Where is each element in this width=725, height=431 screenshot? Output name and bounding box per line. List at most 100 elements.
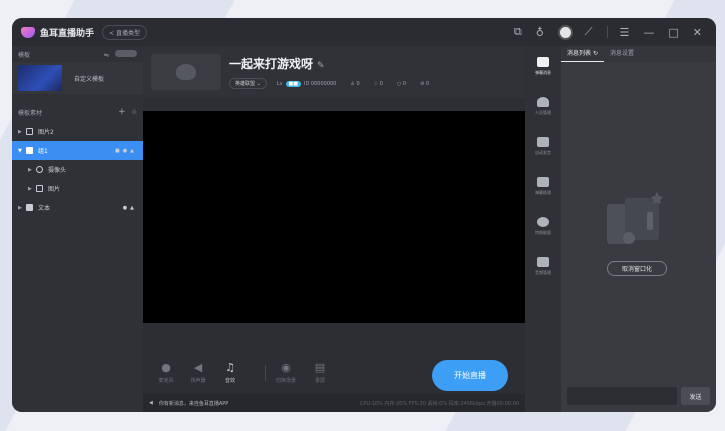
back-button[interactable]: < 直播类型 [102, 24, 147, 40]
row-actions: ■●▲ [115, 148, 137, 154]
folder-icon [26, 147, 33, 154]
record-button[interactable]: ▤ 录屏 [307, 361, 333, 384]
record-label: 录屏 [314, 378, 325, 384]
avatar[interactable] [557, 24, 573, 40]
edit-icon[interactable]: ✎ [317, 61, 325, 71]
tree-item[interactable]: ▶ 文本 ●▲ [12, 198, 143, 217]
send-button[interactable]: 发送 [681, 387, 710, 405]
tab-message-list[interactable]: 消息列表 ↻ [561, 46, 604, 62]
category-label: 英雄联盟 [235, 81, 256, 87]
chat-tabs: 消息列表 ↻ 消息设置 [561, 46, 716, 62]
followers-stat: ♙ 0 [350, 81, 359, 87]
close-icon[interactable]: ✕ [693, 26, 702, 39]
rail-item-audio[interactable]: 音频管理 [525, 246, 561, 286]
stat-value: 0 [425, 80, 430, 87]
room-cover[interactable] [151, 54, 221, 90]
collapse-icon[interactable]: ▼ [18, 148, 26, 154]
room-id: ID 00000000 [304, 80, 337, 87]
lock-icon[interactable]: ▲ [130, 148, 137, 154]
app-logo-icon [21, 26, 35, 38]
record-icon: ▤ [314, 361, 326, 374]
room-title: 一起来打游戏呀 [229, 57, 314, 71]
add-icon[interactable]: + [118, 107, 126, 117]
expand-icon[interactable]: ▶ [28, 167, 36, 173]
rail-item-assistant[interactable]: 弹幕助理 [525, 166, 561, 206]
speaker-icon: ◀ [149, 400, 153, 406]
stat-value: 0 [402, 80, 407, 87]
clean-icon[interactable]: ♲ [132, 109, 137, 116]
assistant-icon [537, 176, 549, 187]
expand-icon[interactable]: ▶ [18, 205, 26, 211]
delete-icon[interactable]: ■ [115, 148, 123, 154]
main-panel: 一起来打游戏呀 ✎ 英雄联盟 ⌄ Lv ■■ ID 00000000 ♙ 0 ♤ … [143, 46, 525, 412]
room-info: 一起来打游戏呀 ✎ 英雄联盟 ⌄ Lv ■■ ID 00000000 ♙ 0 ♤ … [229, 55, 429, 89]
circle-icon: ○ [396, 80, 402, 87]
performance-stats: CPU:10% 内存:20% FPS:30 丢帧:0% 码率:2456kbps … [359, 400, 519, 407]
template-section-title: 模板 [18, 51, 31, 59]
room-meta: 英雄联盟 ⌄ Lv ■■ ID 00000000 ♙ 0 ♤ 0 ○ 0 ⊘ 0 [229, 78, 429, 89]
lock-icon[interactable]: ▲ [130, 205, 137, 211]
person-icon: ♙ [350, 80, 355, 87]
chat-icon [537, 56, 549, 67]
expand-icon[interactable]: ▶ [18, 129, 26, 135]
screen-share-icon[interactable]: ⧉ [514, 25, 522, 39]
mic-button[interactable]: ● 麦克风 [153, 361, 179, 384]
chat-input[interactable] [567, 387, 677, 405]
swap-icon[interactable]: ⇋ [104, 52, 109, 59]
refresh-icon[interactable]: ↻ [593, 50, 598, 57]
level-badge: ■■ [285, 80, 301, 87]
rail-item-danmaku[interactable]: 弹幕消息 [525, 46, 561, 86]
illustration-bar [647, 212, 653, 230]
rail-item-auto-speak[interactable]: 自动发言 [525, 126, 561, 166]
placeholder-image-icon [176, 64, 196, 80]
template-thumbnail [18, 65, 62, 91]
start-live-button[interactable]: 开始直播 [432, 360, 508, 391]
share-stat: ⊘ 0 [420, 81, 429, 87]
popout-illustration [607, 192, 663, 244]
maximize-icon[interactable]: □ [668, 26, 678, 39]
music-button[interactable]: ♫ 音效 [217, 361, 243, 384]
status-bar: ◀ 你有新消息，来自鱼耳直播APP CPU:10% 内存:20% FPS:30 … [143, 394, 525, 412]
music-label: 音效 [224, 378, 235, 384]
template-section-header: 模板 ⇋ [12, 46, 143, 62]
tree-item[interactable]: ▶ 图片2 [12, 122, 143, 141]
divider [606, 26, 608, 38]
expand-icon[interactable]: ▶ [28, 186, 36, 192]
tree-item-label: 图片 [48, 186, 61, 193]
tree-item[interactable]: ▶ 摄像头 [12, 160, 143, 179]
scene-label: 切换场景 [275, 378, 296, 384]
live-preview[interactable] [143, 111, 525, 323]
material-section-title: 模板素材 [18, 109, 43, 117]
rail-item-effects[interactable]: 特效能量 [525, 206, 561, 246]
tab-message-settings[interactable]: 消息设置 [604, 46, 640, 62]
category-dropdown[interactable]: 英雄联盟 ⌄ [229, 78, 267, 89]
mic-label: 麦克风 [158, 378, 174, 384]
speaker-button[interactable]: ◀ 扬声器 [185, 361, 211, 384]
minimize-icon[interactable]: — [643, 26, 654, 39]
rail-label: 音频管理 [535, 269, 551, 275]
template-item[interactable]: 自定义模板 [12, 62, 143, 94]
tree-item-label: 文本 [38, 205, 51, 212]
trophy-icon[interactable]: ♁ [536, 26, 544, 39]
rail-label: 特效能量 [535, 229, 551, 235]
room-header: 一起来打游戏呀 ✎ 英雄联盟 ⌄ Lv ■■ ID 00000000 ♙ 0 ♤ … [143, 46, 525, 98]
tree-item-label: 图片2 [38, 129, 54, 136]
chart-icon[interactable]: ⟋ [585, 25, 593, 39]
tree-item-label: 组1 [38, 148, 48, 155]
image-icon [36, 185, 43, 192]
rail-item-people[interactable]: 人员管理 [525, 86, 561, 126]
rail-label: 自动发言 [535, 149, 551, 155]
status-message[interactable]: 你有新消息，来自鱼耳直播APP [159, 400, 228, 407]
menu-icon[interactable]: ☰ [620, 26, 630, 39]
tree-item[interactable]: ▶ 图片 [12, 179, 143, 198]
template-toggle[interactable] [115, 49, 137, 57]
gift-stat: ○ 0 [397, 81, 406, 87]
row-actions: ●▲ [123, 205, 137, 211]
scene-button[interactable]: ◉ 切换场景 [273, 361, 299, 384]
app-title: 鱼耳直播助手 [40, 28, 95, 39]
tree-item-selected[interactable]: ▼ 组1 ■●▲ [12, 141, 143, 160]
scene-icon: ◉ [281, 361, 291, 374]
room-title-row: 一起来打游戏呀 ✎ [229, 55, 429, 72]
stat-value: 0 [379, 80, 383, 87]
cancel-window-button[interactable]: 取消窗口化 [607, 261, 667, 276]
